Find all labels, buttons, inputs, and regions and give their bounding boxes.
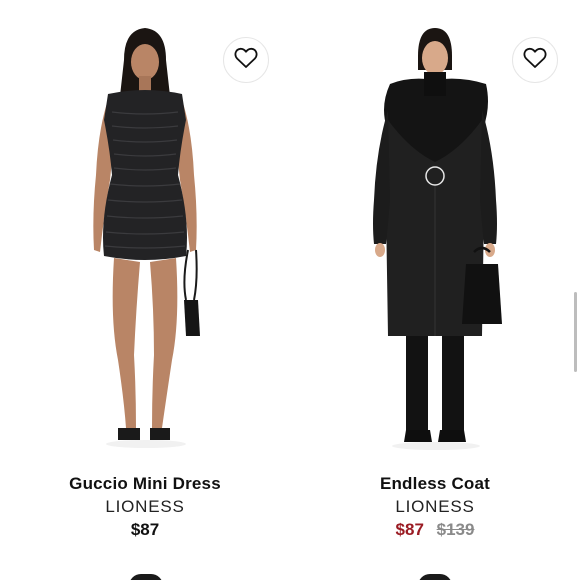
heart-outline-icon [234, 47, 258, 74]
product-brand[interactable]: LIONESS [0, 496, 290, 518]
sale-price: $87 [395, 520, 424, 539]
heart-outline-icon [523, 47, 547, 74]
wishlist-button[interactable] [223, 37, 269, 83]
product-grid: Guccio Mini Dress LIONESS $87 Endless Co… [0, 0, 580, 580]
product-brand[interactable]: LIONESS [290, 496, 580, 518]
product-name[interactable]: Guccio Mini Dress [0, 473, 290, 495]
scrollbar-thumb[interactable] [574, 292, 577, 372]
product-card-guccio-mini-dress[interactable]: Guccio Mini Dress LIONESS $87 [0, 0, 290, 560]
next-product-image-peek [129, 574, 163, 580]
product-price: $87 [130, 520, 160, 539]
next-product-image-peek [418, 574, 452, 580]
wishlist-button[interactable] [512, 37, 558, 83]
product-name[interactable]: Endless Coat [290, 473, 580, 495]
product-info: Endless Coat LIONESS $87 $139 [290, 473, 580, 541]
product-info: Guccio Mini Dress LIONESS $87 [0, 473, 290, 541]
price-row: $87 $139 [290, 519, 580, 541]
product-card-endless-coat[interactable]: Endless Coat LIONESS $87 $139 [290, 0, 580, 560]
price-row: $87 [0, 519, 290, 541]
original-price: $139 [436, 520, 475, 539]
